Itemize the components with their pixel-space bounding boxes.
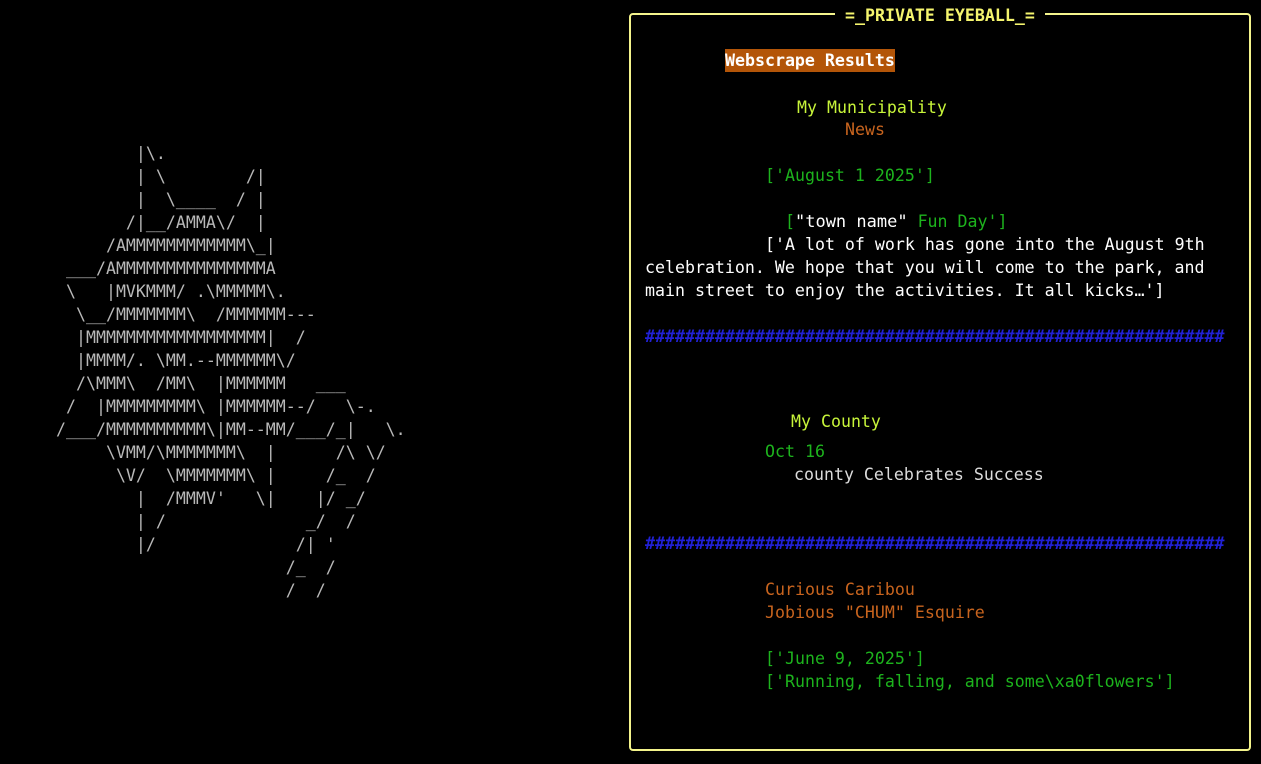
municipality-heading: My Municipality bbox=[797, 98, 947, 117]
headline-bracket: [ bbox=[784, 212, 795, 231]
municipality-body-text: ['A lot of work has gone into the August… bbox=[645, 235, 1205, 300]
caribou-source: Curious Caribou bbox=[765, 580, 915, 599]
caribou-author: Jobious "CHUM" Esquire bbox=[765, 603, 985, 622]
separator-line: ########################################… bbox=[645, 327, 1225, 346]
municipality-date: ['August 1 2025'] bbox=[765, 166, 935, 185]
headline-rest: Fun Day'] bbox=[907, 212, 1008, 231]
ascii-art-eagle: |\. | \ /| | \____ / | /|__/AMMA\/ | /AM… bbox=[56, 144, 406, 600]
caribou-headline: ['Running, falling, and some\xa0flowers'… bbox=[765, 672, 1175, 691]
webscrape-results-label: Webscrape Results bbox=[725, 49, 895, 72]
municipality-subheading: News bbox=[845, 120, 885, 139]
county-headline: county Celebrates Success bbox=[794, 465, 1044, 484]
municipality-headline: ["town name" Fun Day'] bbox=[765, 187, 1008, 234]
separator-line: ########################################… bbox=[645, 534, 1225, 553]
caribou-date: ['June 9, 2025'] bbox=[765, 649, 925, 668]
county-date: Oct 16 bbox=[765, 442, 825, 461]
headline-town-name: "town name" bbox=[794, 212, 908, 232]
county-heading: My County bbox=[791, 412, 881, 431]
private-eyeball-panel bbox=[629, 13, 1251, 751]
panel-title: =_PRIVATE EYEBALL_= bbox=[835, 4, 1045, 27]
